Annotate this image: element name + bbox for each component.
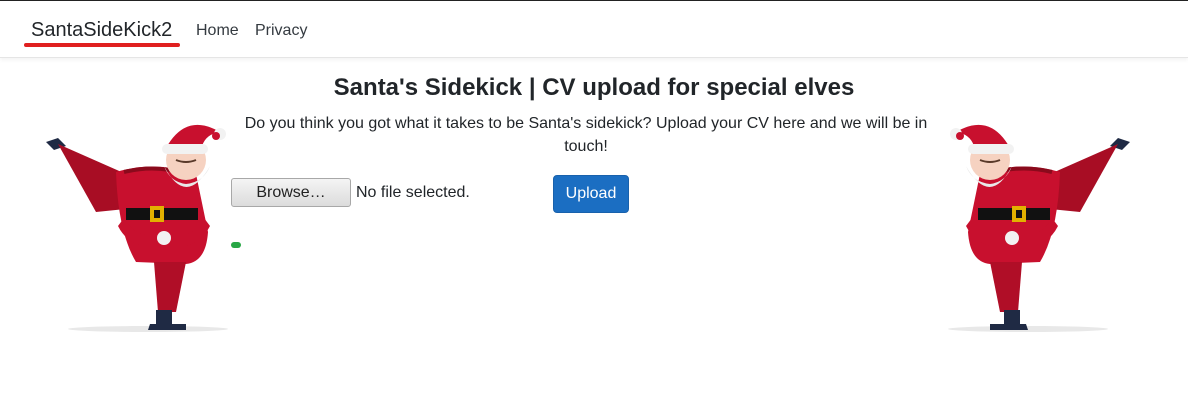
santa-image-right [948, 124, 1130, 332]
page-description: Do you think you got what it takes to be… [244, 115, 928, 155]
nav-home-link[interactable]: Home [196, 21, 239, 41]
file-status-text: No file selected. [356, 184, 470, 201]
upload-button[interactable]: Upload [553, 175, 629, 213]
navbar: SantaSideKick2 Home Privacy [0, 0, 1188, 58]
brand-link[interactable]: SantaSideKick2 [31, 18, 172, 42]
brand-underline [24, 43, 180, 47]
browse-button[interactable]: Browse… [231, 178, 351, 207]
nav-privacy-link[interactable]: Privacy [255, 21, 307, 41]
page-title-text: Santa's Sidekick | CV upload for special… [333, 74, 855, 101]
page-title: Santa's Sidekick | CV upload for special… [0, 73, 1188, 103]
santa-image-left [46, 124, 228, 332]
